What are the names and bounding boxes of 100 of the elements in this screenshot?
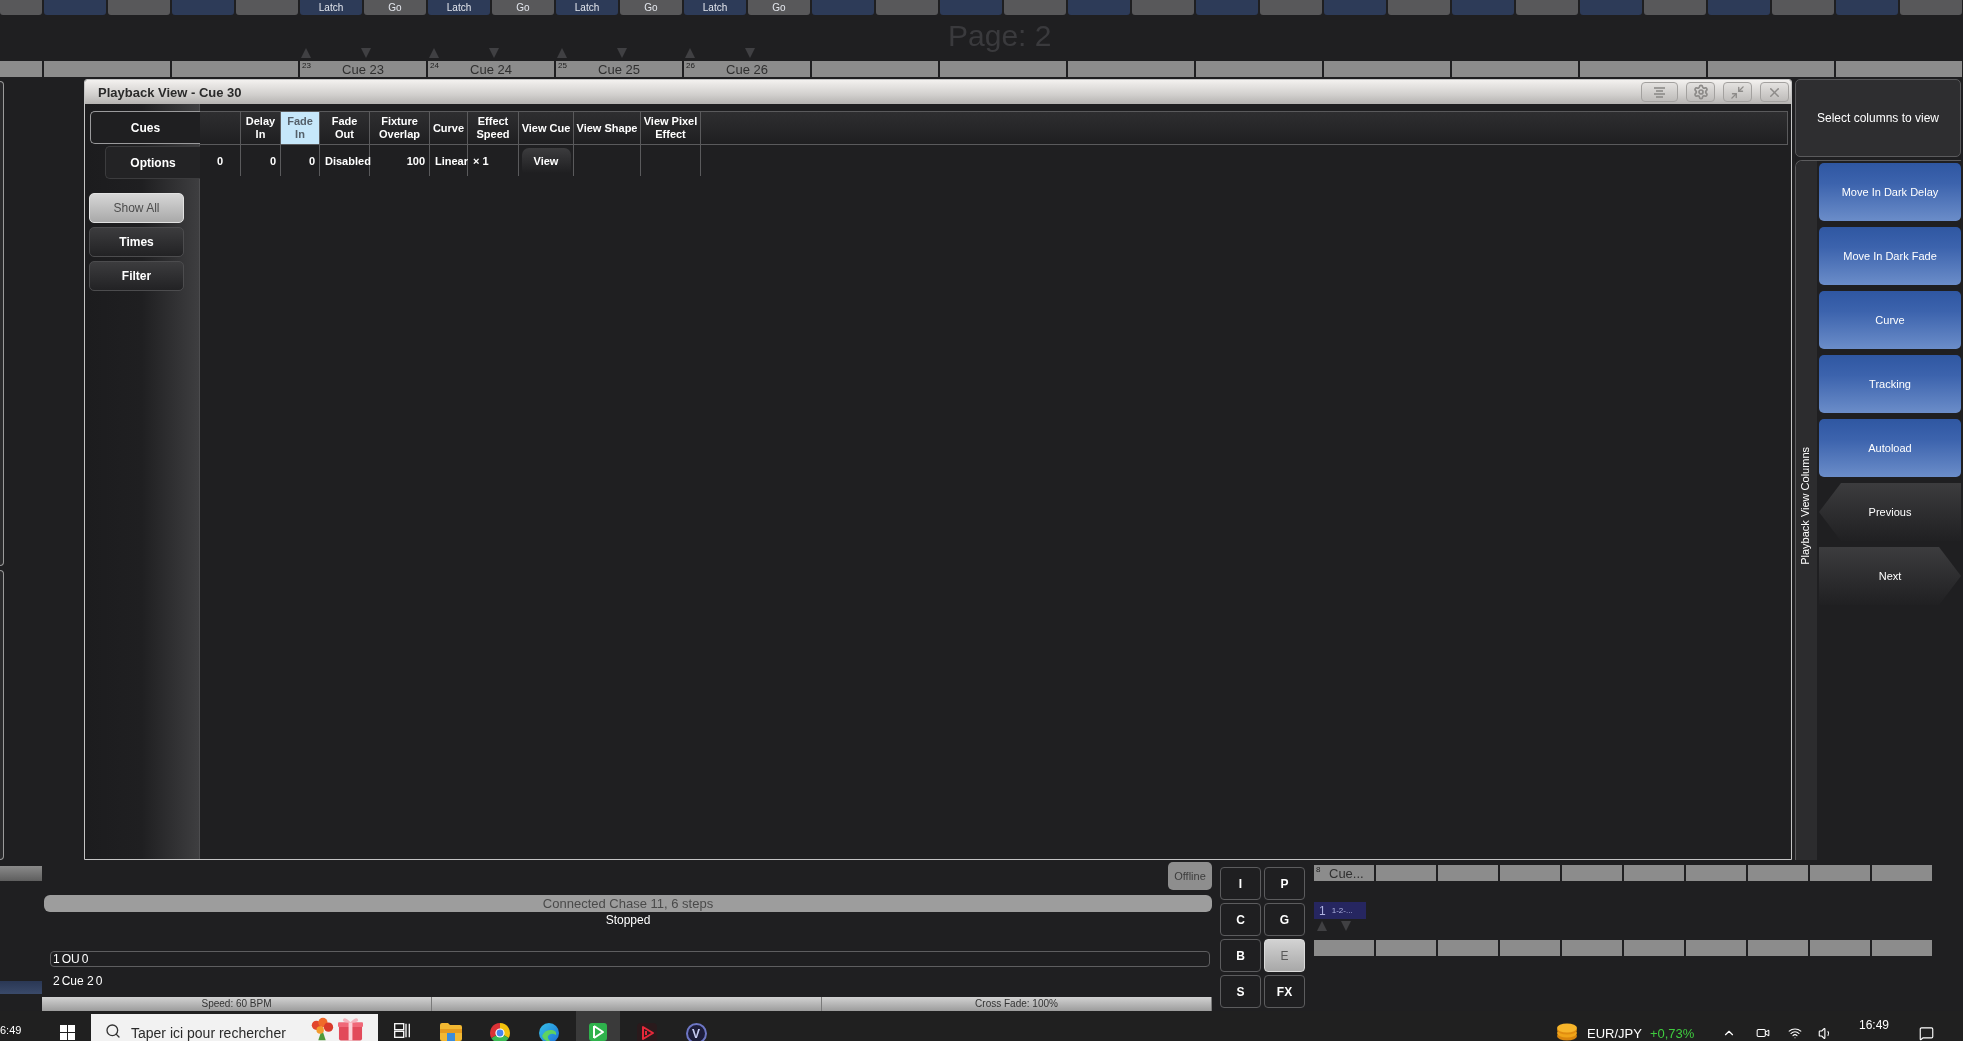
bouquet-icon — [309, 1017, 335, 1041]
cue-cell — [0, 61, 42, 77]
resize-icon — [1730, 84, 1745, 100]
column-header[interactable]: Effect Speed — [468, 112, 519, 144]
playback-button[interactable]: Go — [748, 0, 810, 15]
column-header[interactable]: View Shape — [574, 112, 641, 144]
gift-icon — [338, 1017, 363, 1041]
menu-button[interactable] — [1641, 82, 1678, 102]
key-button[interactable]: P — [1264, 867, 1305, 900]
playback-button[interactable]: Latch — [556, 0, 618, 15]
cue-cell — [1748, 940, 1808, 956]
column-toggle-button[interactable]: Tracking — [1819, 355, 1961, 413]
view-tab[interactable]: Options — [105, 146, 200, 179]
triangle-up-icon — [429, 48, 439, 58]
playback-button[interactable] — [1644, 0, 1706, 15]
playback-button[interactable] — [1196, 0, 1258, 15]
playback-button[interactable] — [236, 0, 298, 15]
triangle-up-icon — [685, 48, 695, 58]
playback-button[interactable] — [1516, 0, 1578, 15]
playback-button[interactable]: Latch — [300, 0, 362, 15]
resize-button[interactable] — [1723, 82, 1752, 102]
cue-number: 23 — [302, 61, 311, 70]
key-button[interactable]: B — [1220, 939, 1261, 972]
key-button[interactable]: E — [1264, 939, 1305, 972]
column-toggle-button[interactable]: Curve — [1819, 291, 1961, 349]
notification-icon[interactable] — [1919, 1026, 1934, 1041]
playback-button[interactable] — [812, 0, 874, 15]
playback-button[interactable] — [1452, 0, 1514, 15]
cue-cell — [1686, 940, 1746, 956]
key-button[interactable]: C — [1220, 903, 1261, 936]
playback-button[interactable]: Latch — [684, 0, 746, 15]
playback-button[interactable] — [1068, 0, 1130, 15]
playback-button[interactable] — [1004, 0, 1066, 15]
table-cell: Disabled — [320, 145, 370, 176]
playback-button[interactable] — [1260, 0, 1322, 15]
playback-button[interactable]: Latch — [428, 0, 490, 15]
playback-button[interactable] — [1132, 0, 1194, 15]
camera-icon[interactable] — [1756, 1026, 1770, 1040]
wifi-icon[interactable] — [1788, 1026, 1802, 1040]
window-title: Playback View - Cue 30 — [98, 84, 242, 100]
close-button[interactable] — [1760, 82, 1789, 102]
playback-button[interactable]: Go — [364, 0, 426, 15]
step-row[interactable]: 1 OU 0 — [50, 951, 1210, 967]
playback-button[interactable] — [940, 0, 1002, 15]
ticker-change: +0,73% — [1649, 1026, 1695, 1041]
cue-label: Cue 24 — [470, 61, 512, 77]
letter-logo-icon: V — [685, 1023, 707, 1041]
cue-cell — [1872, 940, 1932, 956]
swirl-logo-icon — [539, 1023, 559, 1041]
key-button[interactable]: G — [1264, 903, 1305, 936]
step-range: 1-2-... — [1331, 905, 1353, 916]
column-header[interactable]: Fixture Overlap — [370, 112, 430, 144]
table-cell: 0 — [281, 145, 320, 176]
column-header[interactable]: View Cue — [519, 112, 574, 144]
filter-button[interactable]: Show All — [89, 193, 184, 223]
triangle-down-icon — [745, 48, 755, 58]
cue-label: Cue... — [1329, 865, 1364, 881]
column-header[interactable]: Fade Out — [320, 112, 370, 144]
view-button[interactable]: View — [521, 148, 571, 173]
playback-button[interactable] — [1324, 0, 1386, 15]
key-button[interactable]: I — [1220, 867, 1261, 900]
taskbar-app-button[interactable]: V — [674, 1011, 718, 1041]
connection-status-button[interactable]: Offline — [1168, 862, 1212, 890]
table-cell: × 1 — [468, 145, 519, 176]
playback-button[interactable] — [1836, 0, 1898, 15]
column-header[interactable]: Curve — [430, 112, 468, 144]
coins-icon[interactable] — [1556, 1023, 1578, 1041]
filter-button[interactable]: Filter — [89, 261, 184, 291]
filter-button[interactable]: Times — [89, 227, 184, 257]
playback-button[interactable]: Go — [492, 0, 554, 15]
playback-button[interactable] — [44, 0, 106, 15]
table-cell: 0 — [241, 145, 281, 176]
playback-button[interactable]: Go — [620, 0, 682, 15]
playback-button[interactable] — [1772, 0, 1834, 15]
triangle-up-icon — [301, 48, 311, 58]
windows-logo-icon[interactable] — [60, 1025, 75, 1040]
column-toggle-button[interactable]: Move In Dark Fade — [1819, 227, 1961, 285]
key-button[interactable]: S — [1220, 975, 1261, 1008]
playback-button[interactable] — [1900, 0, 1962, 15]
cue-label: Cue 23 — [342, 61, 384, 77]
column-toggle-button[interactable]: Autoload — [1819, 419, 1961, 477]
playback-button[interactable] — [876, 0, 938, 15]
column-header[interactable]: View Pixel Effect — [641, 112, 701, 144]
step-row[interactable]: 2 Cue 2 0 — [50, 973, 1210, 989]
settings-button[interactable] — [1686, 82, 1715, 102]
task-view-icon — [394, 1023, 410, 1038]
playback-button[interactable] — [172, 0, 234, 15]
key-button[interactable]: FX — [1264, 975, 1305, 1008]
playback-button[interactable] — [1708, 0, 1770, 15]
playback-button[interactable] — [1580, 0, 1642, 15]
playback-button[interactable] — [0, 0, 42, 15]
column-toggle-button[interactable]: Move In Dark Delay — [1819, 163, 1961, 221]
playback-button[interactable] — [1388, 0, 1450, 15]
search-field[interactable]: Taper ici pour rechercher — [91, 1014, 378, 1041]
view-tab[interactable]: Cues — [90, 111, 200, 144]
ticker-symbol: EUR/JPY — [1587, 1026, 1642, 1041]
settings-icon — [1692, 84, 1709, 100]
playback-button[interactable] — [108, 0, 170, 15]
column-header[interactable]: Fade In — [281, 112, 320, 144]
taskbar-app-button[interactable] — [576, 1011, 620, 1041]
